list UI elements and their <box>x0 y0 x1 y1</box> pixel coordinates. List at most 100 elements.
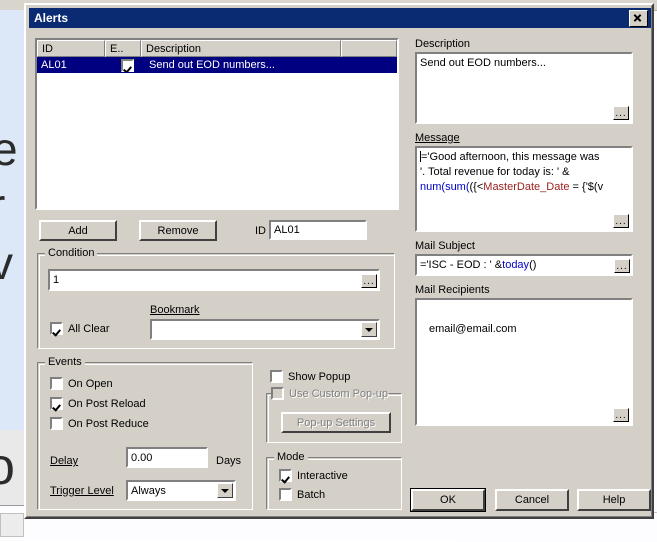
row-enabled-checkbox[interactable] <box>120 58 134 72</box>
ok-button[interactable]: OK <box>411 489 485 511</box>
dialog-title: Alerts <box>34 11 69 25</box>
popup-settings-button[interactable]: Pop-up Settings <box>281 412 391 433</box>
mode-group-title: Mode <box>274 451 308 463</box>
on-open-checkbox[interactable]: On Open <box>50 377 113 390</box>
interactive-label: Interactive <box>297 469 348 482</box>
mail-recipients-scrollbar[interactable] <box>615 302 629 422</box>
mail-subject-input[interactable]: ='ISC - EOD : ' & today() ... <box>415 254 633 276</box>
delay-input[interactable]: 0.00 <box>126 447 208 468</box>
trigger-level-label: Trigger Level <box>50 485 114 497</box>
interactive-checkbox[interactable]: Interactive <box>279 469 348 482</box>
condition-expression-browse-button[interactable]: ... <box>361 274 377 288</box>
description-value: Send out EOD numbers... <box>420 57 546 69</box>
custom-popup-group: Use Custom Pop-up Pop-up Settings <box>266 387 402 443</box>
on-post-reduce-checkbox[interactable]: On Post Reduce <box>50 417 149 430</box>
ellipsis-icon: ... <box>615 108 627 119</box>
column-header-extra[interactable] <box>341 40 397 57</box>
mail-subject-browse-button[interactable]: ... <box>614 259 630 273</box>
add-button-label: Add <box>68 224 88 237</box>
ellipsis-icon: ... <box>616 261 628 272</box>
mail-recipients-textarea[interactable]: email@email.com ... <box>415 298 633 426</box>
batch-checkbox[interactable]: Batch <box>279 488 325 501</box>
on-open-checkbox-box[interactable] <box>50 377 63 390</box>
column-header-id[interactable]: ID <box>37 40 105 57</box>
table-row[interactable]: AL01 Send out EOD numbers... <box>37 57 397 73</box>
add-button[interactable]: Add <box>39 220 117 241</box>
mail-recipients-browse-button[interactable]: ... <box>613 408 629 422</box>
popup-settings-button-label: Pop-up Settings <box>296 416 376 429</box>
show-popup-label: Show Popup <box>288 370 351 383</box>
all-clear-checkbox[interactable]: All Clear <box>50 322 110 335</box>
ellipsis-icon: ... <box>615 410 627 421</box>
remove-button[interactable]: Remove <box>139 220 217 241</box>
help-button-label: Help <box>602 494 626 506</box>
bookmark-label: Bookmark <box>150 304 200 316</box>
ellipsis-icon: ... <box>615 216 627 227</box>
on-post-reduce-checkbox-box[interactable] <box>50 417 63 430</box>
on-post-reduce-label: On Post Reduce <box>68 417 149 430</box>
remove-button-label: Remove <box>157 224 199 237</box>
interactive-checkbox-box[interactable] <box>279 469 292 482</box>
use-custom-popup-label: Use Custom Pop-up <box>289 387 389 400</box>
custom-popup-group-title: Use Custom Pop-up <box>271 387 389 403</box>
message-line-2: '. Total revenue for today is: ' & <box>420 166 570 178</box>
mail-subject-prefix: ='ISC - EOD : ' & <box>420 259 503 271</box>
cell-id: AL01 <box>41 59 67 71</box>
on-open-label: On Open <box>68 377 113 390</box>
mail-subject-func: today <box>502 259 530 271</box>
id-field-label: ID <box>255 225 266 237</box>
all-clear-checkbox-box[interactable] <box>50 322 63 335</box>
message-textarea[interactable]: ='Good afternoon, this message was '. To… <box>415 146 633 232</box>
message-line-3: num(sum(({<MasterDate_Date = {'$(v <box>420 181 604 193</box>
condition-expression-input[interactable]: 1 ... <box>48 269 380 291</box>
column-header-enabled[interactable]: E.. <box>105 40 141 57</box>
batch-checkbox-box[interactable] <box>279 488 292 501</box>
show-popup-checkbox[interactable]: Show Popup <box>270 370 350 383</box>
use-custom-popup-checkbox-box[interactable] <box>271 387 284 400</box>
alerts-list-header: ID E.. Description <box>37 40 397 57</box>
mode-group: Mode Interactive Batch <box>266 451 402 510</box>
alerts-dialog: Alerts ID E.. Description AL01 Send out … <box>24 3 654 519</box>
chevron-down-icon[interactable] <box>217 483 233 498</box>
mail-recipients-value: email@email.com <box>429 323 517 335</box>
all-clear-label: All Clear <box>68 322 110 335</box>
cell-description: Send out EOD numbers... <box>149 59 275 71</box>
cancel-button[interactable]: Cancel <box>495 489 569 511</box>
on-post-reload-checkbox-box[interactable] <box>50 397 63 410</box>
description-textarea[interactable]: Send out EOD numbers... ... <box>415 52 633 124</box>
on-post-reload-label: On Post Reload <box>68 397 146 410</box>
description-label: Description <box>415 38 471 50</box>
background-corner-box <box>0 513 24 537</box>
chevron-down-icon[interactable] <box>361 322 377 337</box>
message-label: Message <box>415 132 460 144</box>
delay-units-label: Days <box>216 455 242 467</box>
description-browse-button[interactable]: ... <box>613 106 629 120</box>
cell-enabled[interactable] <box>109 58 145 72</box>
cancel-button-label: Cancel <box>514 494 550 506</box>
events-group-title: Events <box>45 356 85 368</box>
alerts-list[interactable]: ID E.. Description AL01 Send out EOD num… <box>35 38 399 210</box>
mail-subject-suffix: () <box>529 259 537 271</box>
on-post-reload-checkbox[interactable]: On Post Reload <box>50 397 146 410</box>
condition-expression-value: 1 <box>53 274 60 286</box>
show-popup-checkbox-box[interactable] <box>270 370 283 383</box>
message-line-1: ='Good afternoon, this message was <box>420 151 600 163</box>
condition-group-title: Condition <box>45 247 98 259</box>
trigger-level-value: Always <box>131 484 166 497</box>
message-browse-button[interactable]: ... <box>613 214 629 228</box>
events-group: Events On Open On Post Reload On Post Re… <box>37 356 253 510</box>
close-icon[interactable] <box>629 9 648 27</box>
batch-label: Batch <box>297 488 326 501</box>
alerts-list-body: AL01 Send out EOD numbers... <box>37 57 397 208</box>
dialog-titlebar: Alerts <box>29 8 651 28</box>
bookmark-select[interactable] <box>150 319 380 340</box>
id-input-value: AL01 <box>274 224 300 236</box>
column-header-description[interactable]: Description <box>141 40 341 57</box>
help-button[interactable]: Help <box>577 489 651 511</box>
mail-subject-label: Mail Subject <box>415 240 475 252</box>
id-input[interactable]: AL01 <box>269 220 367 240</box>
condition-group: Condition 1 ... Bookmark All Clear <box>37 247 395 349</box>
ok-button-label: OK <box>440 494 456 506</box>
trigger-level-select[interactable]: Always <box>126 480 236 501</box>
mail-recipients-label: Mail Recipients <box>415 284 490 296</box>
